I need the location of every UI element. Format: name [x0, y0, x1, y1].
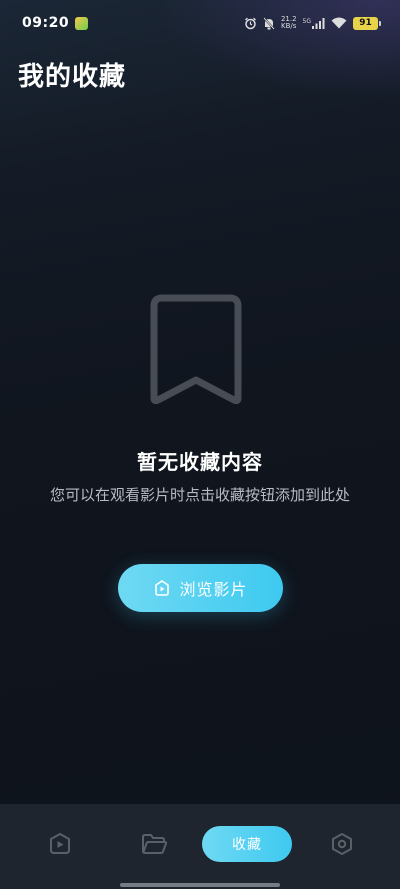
play-square-icon — [155, 580, 170, 596]
app-notification-icon — [75, 16, 89, 30]
browse-movies-label: 浏览影片 — [179, 582, 248, 599]
status-time: 09:20 — [22, 15, 70, 31]
home-indicator[interactable] — [120, 883, 280, 887]
nav-item-home[interactable] — [42, 826, 78, 862]
network-speed-unit: KB/s — [281, 22, 297, 30]
bottom-nav: 收藏 — [0, 804, 400, 889]
battery-level: 91 — [359, 18, 372, 28]
play-icon — [50, 833, 70, 854]
empty-state-description: 您可以在观看影片时点击收藏按钮添加到此处 — [49, 486, 350, 504]
page-title: 我的收藏 — [18, 62, 127, 92]
signal-strength: 5G — [302, 17, 325, 29]
battery-indicator: 91 — [353, 16, 381, 30]
settings-hex-icon — [332, 833, 352, 855]
folder-icon — [142, 834, 167, 854]
wifi-icon — [331, 17, 347, 29]
mute-bell-icon — [263, 16, 275, 30]
cellular-signal-icon — [312, 17, 325, 29]
signal-label: 5G — [302, 17, 311, 25]
nav-item-library[interactable] — [136, 826, 172, 862]
bookmark-icon — [150, 294, 242, 405]
status-bar: 09:20 21.2 KB/s 5G 91 — [0, 0, 400, 46]
status-indicators: 21.2 KB/s 5G 91 — [244, 16, 381, 30]
network-speed: 21.2 KB/s — [281, 16, 297, 30]
empty-state-title: 暂无收藏内容 — [137, 450, 263, 474]
nav-favorites-label: 收藏 — [232, 837, 262, 853]
nav-item-favorites[interactable]: 收藏 — [202, 826, 292, 862]
alarm-icon — [244, 17, 256, 29]
nav-item-settings[interactable] — [324, 826, 360, 862]
browse-movies-button[interactable]: 浏览影片 — [118, 564, 283, 612]
